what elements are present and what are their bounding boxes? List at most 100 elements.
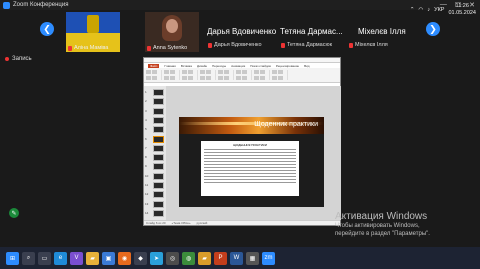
muted-mic-icon (349, 42, 353, 48)
slide-number: 12 (145, 192, 149, 197)
document-heading: ЩОДЕННИК ПРАКТИКИ (233, 143, 267, 147)
slide-thumbnail[interactable] (153, 107, 164, 115)
tab-slideshow[interactable]: Показ слайдов (250, 64, 271, 68)
slide-number: 2 (145, 99, 147, 104)
taskview-icon[interactable]: ▭ (38, 251, 51, 265)
word-icon[interactable]: W (230, 251, 243, 265)
app2-icon[interactable]: ▦ (246, 251, 259, 265)
search-icon[interactable]: ⌕ (22, 251, 35, 265)
current-slide[interactable]: Щоденник практики ЩОДЕННИК ПРАКТИКИ (179, 117, 324, 207)
slide-thumbnail[interactable] (153, 135, 164, 143)
slide-number: 4 (145, 117, 147, 122)
tab-view[interactable]: Вид (304, 64, 309, 68)
next-page-button[interactable]: ❯ (426, 22, 440, 36)
volume-icon[interactable]: ♪ (427, 7, 430, 13)
ribbon-group[interactable] (146, 70, 162, 80)
network-icon[interactable]: ◠ (419, 7, 424, 13)
viber-icon[interactable]: V (70, 251, 83, 265)
ribbon-group[interactable] (164, 70, 180, 80)
tab-animations[interactable]: Анимация (231, 64, 245, 68)
explorer2-icon[interactable]: ▰ (198, 251, 211, 265)
clock-date: 01.05.2024 (448, 10, 476, 16)
tab-home[interactable]: Главная (164, 64, 175, 68)
shared-screen[interactable]: Файл Главная Вставка Дизайн Переходы Ани… (143, 57, 341, 226)
tab-file[interactable]: Файл (148, 63, 160, 68)
slide-thumbnail[interactable] (153, 200, 164, 208)
ribbon (144, 68, 340, 83)
slide-thumbnail[interactable] (153, 116, 164, 124)
taskbar: ⊞ ⌕ ▭ e V ▰ ▣ ◉ ◆ ➤ ◎ ◍ ▰ P W ▦ zm (0, 247, 480, 269)
participant-display-name: Тетяна Дармас... (280, 27, 343, 36)
slide-canvas[interactable]: Щоденник практики ЩОДЕННИК ПРАКТИКИ (166, 86, 341, 220)
photos-icon[interactable]: ▣ (102, 251, 115, 265)
slide-number: 9 (145, 164, 147, 169)
slide-thumbnail[interactable] (153, 182, 164, 189)
ribbon-group[interactable] (254, 70, 270, 80)
slide-thumbnail[interactable] (153, 209, 164, 217)
watermark-line: Чтобы активировать Windows, (335, 223, 420, 229)
slide-thumbnail[interactable] (153, 191, 164, 199)
participant-name: Anna Sytenko (147, 45, 187, 51)
prev-page-button[interactable]: ❮ (40, 22, 54, 36)
windows-icon[interactable]: ⊞ (6, 251, 19, 265)
powerpoint-icon[interactable]: P (214, 251, 227, 265)
tab-design[interactable]: Дизайн (197, 64, 207, 68)
ribbon-group[interactable] (218, 70, 234, 80)
participant-name: Дарья Вдовиченко (208, 42, 262, 48)
slide-thumbnail[interactable] (153, 98, 164, 106)
clock[interactable]: 11:26 01.05.2024 (448, 3, 476, 17)
language-indicator[interactable]: УКР (434, 7, 444, 13)
ribbon-group[interactable] (182, 70, 198, 80)
firefox-icon[interactable]: ◉ (118, 251, 131, 265)
participant-tile[interactable]: Anna Sytenko (145, 12, 199, 52)
slide-thumbnail[interactable] (153, 144, 164, 152)
participant-name: Міхелєв Ілля (349, 42, 388, 48)
annotate-pencil-icon[interactable]: ✎ (9, 208, 19, 218)
slide-thumbnail[interactable] (153, 154, 164, 162)
app-icon[interactable]: ◎ (166, 251, 179, 265)
participant-display-name: Дарья Вдовиченко (207, 27, 277, 36)
edge-icon[interactable]: e (54, 251, 67, 265)
status-slide-count: Слайд 6 из 20 (146, 221, 166, 225)
tab-insert[interactable]: Вставка (181, 64, 192, 68)
status-theme: «Тема Office» (171, 221, 191, 225)
muted-mic-icon (147, 45, 151, 51)
participant-name: Аліна Маміва (68, 45, 108, 51)
record-icon (5, 57, 9, 61)
ribbon-group[interactable] (236, 70, 252, 80)
window-title: Zoom Конференция (13, 2, 69, 8)
tab-transitions[interactable]: Переходы (212, 64, 226, 68)
unknown-icon[interactable]: ◆ (134, 251, 147, 265)
powerpoint-statusbar: Слайд 6 из 20 «Тема Office» русский (144, 220, 340, 225)
participant-tile[interactable]: Аліна Маміва (66, 12, 120, 52)
slide-number: 3 (145, 108, 147, 113)
explorer-icon[interactable]: ▰ (86, 251, 99, 265)
ribbon-group[interactable] (200, 70, 216, 80)
telegram-icon[interactable]: ➤ (150, 251, 163, 265)
zoom-icon[interactable]: zm (262, 251, 275, 265)
slide-thumbnail[interactable] (153, 163, 164, 171)
muted-mic-icon (68, 45, 72, 51)
slide-number: 10 (145, 173, 149, 178)
slide-number: 7 (145, 145, 147, 150)
clock-time: 11:26 (455, 3, 469, 9)
slide-number: 13 (145, 201, 149, 206)
slide-thumbnails-panel[interactable]: 1 2 3 4 5 6 7 8 9 10 11 12 13 14 (144, 86, 166, 220)
ribbon-group[interactable] (272, 70, 288, 80)
muted-mic-icon (281, 42, 285, 48)
slide-thumbnail[interactable] (153, 172, 164, 180)
face (166, 19, 178, 33)
participant-display-name: Міхелєв Ілля (358, 27, 406, 36)
slide-thumbnail[interactable] (153, 126, 164, 134)
participant-name: Тетяна Дармасюк (281, 42, 332, 48)
slide-number: 11 (145, 183, 149, 187)
slide-number: 1 (145, 90, 147, 94)
tab-review[interactable]: Рецензирование (276, 64, 299, 68)
watermark-line: перейдите в раздел "Параметры". (335, 231, 430, 237)
slide-thumbnail[interactable] (153, 89, 164, 96)
tray-chevron-icon[interactable]: ⌃ (410, 7, 415, 13)
slide-number: 5 (145, 127, 147, 132)
activation-watermark: Активация Windows Чтобы активировать Win… (335, 211, 430, 238)
recording-indicator[interactable]: Запись (5, 56, 32, 62)
chrome-icon[interactable]: ◍ (182, 251, 195, 265)
